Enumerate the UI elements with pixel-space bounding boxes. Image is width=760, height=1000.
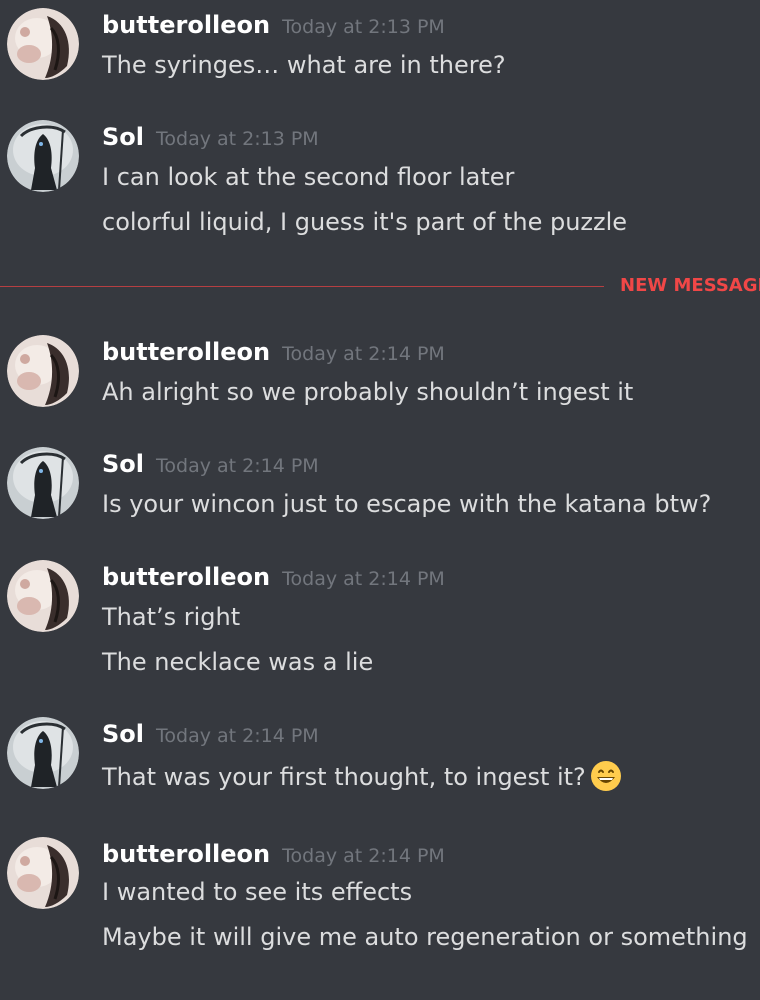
message-header: Sol Today at 2:14 PM: [102, 447, 319, 481]
username[interactable]: butterolleon: [102, 840, 270, 868]
timestamp: Today at 2:14 PM: [156, 455, 319, 477]
message-text: I wanted to see its effects: [102, 878, 413, 906]
message-header: butterolleon Today at 2:14 PM: [102, 560, 445, 594]
message-header: Sol Today at 2:14 PM: [102, 717, 319, 751]
message-text: The syringes… what are in there?: [102, 51, 506, 79]
username[interactable]: butterolleon: [102, 11, 270, 39]
message-header: butterolleon Today at 2:14 PM: [102, 335, 445, 369]
new-messages-divider: NEW MESSAGE: [0, 275, 760, 296]
message-header: butterolleon Today at 2:13 PM: [102, 8, 445, 42]
message-text-with-emoji: That was your first thought, to ingest i…: [102, 760, 622, 794]
message-text: That was your first thought, to ingest i…: [102, 763, 586, 791]
butterolleon-avatar-icon[interactable]: [7, 8, 79, 80]
timestamp: Today at 2:14 PM: [282, 343, 445, 365]
sol-reaper-avatar-icon[interactable]: [7, 120, 79, 192]
sol-reaper-avatar-icon[interactable]: [7, 717, 79, 789]
username[interactable]: Sol: [102, 450, 144, 478]
username[interactable]: Sol: [102, 720, 144, 748]
butterolleon-avatar-icon[interactable]: [7, 837, 79, 909]
timestamp: Today at 2:14 PM: [282, 568, 445, 590]
chat-message-list[interactable]: butterolleon Today at 2:13 PM The syringe…: [0, 0, 760, 1000]
timestamp: Today at 2:13 PM: [156, 128, 319, 150]
butterolleon-avatar-icon[interactable]: [7, 335, 79, 407]
timestamp: Today at 2:14 PM: [282, 845, 445, 867]
butterolleon-avatar-icon[interactable]: [7, 560, 79, 632]
username[interactable]: Sol: [102, 123, 144, 151]
timestamp: Today at 2:14 PM: [156, 725, 319, 747]
message-text: Ah alright so we probably shouldn’t inge…: [102, 378, 634, 406]
timestamp: Today at 2:13 PM: [282, 16, 445, 38]
message-text: The necklace was a lie: [102, 648, 374, 676]
grinning-face-emoji-icon[interactable]: [590, 760, 622, 792]
message-text: I can look at the second floor later: [102, 163, 515, 191]
message-header: butterolleon Today at 2:14 PM: [102, 837, 445, 871]
message-text: Maybe it will give me auto regeneration …: [102, 923, 748, 951]
message-text: colorful liquid, I guess it's part of th…: [102, 208, 628, 236]
message-header: Sol Today at 2:13 PM: [102, 120, 319, 154]
message-text: Is your wincon just to escape with the k…: [102, 490, 712, 518]
divider-line: [0, 286, 604, 287]
message-text: That’s right: [102, 603, 241, 631]
username[interactable]: butterolleon: [102, 563, 270, 591]
new-messages-label: NEW MESSAGE: [620, 275, 760, 296]
sol-reaper-avatar-icon[interactable]: [7, 447, 79, 519]
username[interactable]: butterolleon: [102, 338, 270, 366]
